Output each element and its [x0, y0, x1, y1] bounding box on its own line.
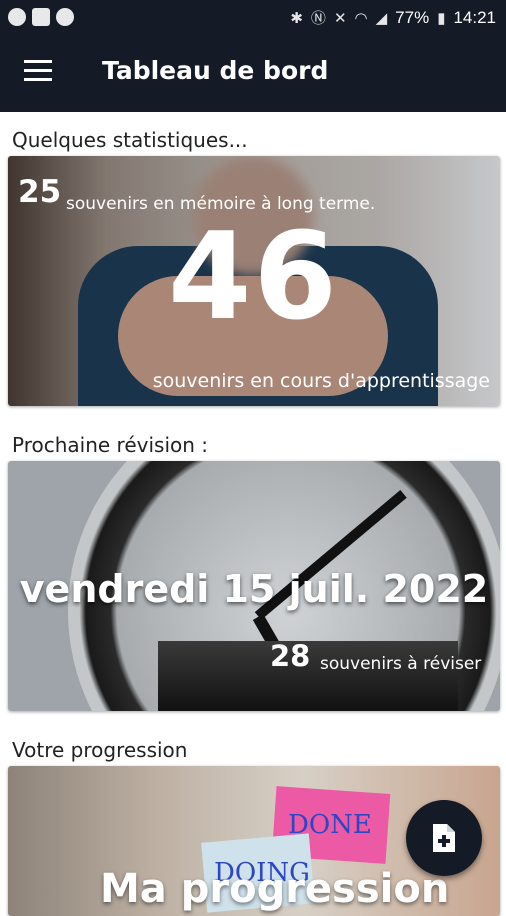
- mute-icon: ✕: [333, 9, 347, 27]
- message-icon: [32, 8, 50, 26]
- stats-section-label: Quelques statistiques...: [12, 128, 248, 152]
- battery-icon: ▮: [437, 9, 446, 27]
- battery-percentage: 77%: [395, 7, 430, 27]
- add-file-button[interactable]: [406, 800, 482, 876]
- clock: 14:21: [453, 7, 496, 27]
- hamburger-menu-icon[interactable]: [24, 60, 56, 86]
- signal-icon: ◢: [375, 9, 388, 27]
- app-bar: Tableau de bord: [0, 36, 506, 112]
- notification-icon: [8, 8, 26, 26]
- note-done-text: DONE: [288, 810, 372, 840]
- next-review-date: vendredi 15 juil. 2022: [19, 567, 489, 611]
- long-term-count: 25: [18, 174, 62, 210]
- add-file-icon: [433, 824, 455, 852]
- next-review-card[interactable]: vendredi 15 juil. 2022 28 souvenirs à ré…: [8, 461, 500, 711]
- progress-section-label: Votre progression: [12, 738, 188, 762]
- review-text: souvenirs à réviser: [320, 654, 482, 674]
- progress-title: Ma progression: [100, 866, 450, 912]
- notification-icon: [56, 8, 74, 26]
- nfc-icon: Ⓝ: [310, 10, 326, 27]
- status-bar: ✱ Ⓝ ✕ ◠ ◢ 77% ▮ 14:21: [0, 0, 506, 36]
- status-system-icons: ✱ Ⓝ ✕ ◠ ◢ 77% ▮ 14:21: [290, 7, 496, 28]
- status-notification-icons: [8, 8, 74, 26]
- learning-text: souvenirs en cours d'apprentissage: [152, 370, 490, 392]
- wifi-icon: ◠: [354, 9, 368, 27]
- bluetooth-icon: ✱: [290, 9, 303, 27]
- review-count: 28: [270, 639, 311, 673]
- learning-count: 46: [168, 208, 339, 347]
- stats-card[interactable]: 25 souvenirs en mémoire à long terme. 46…: [8, 156, 500, 406]
- page-title: Tableau de bord: [102, 56, 329, 85]
- next-review-section-label: Prochaine révision :: [12, 433, 209, 457]
